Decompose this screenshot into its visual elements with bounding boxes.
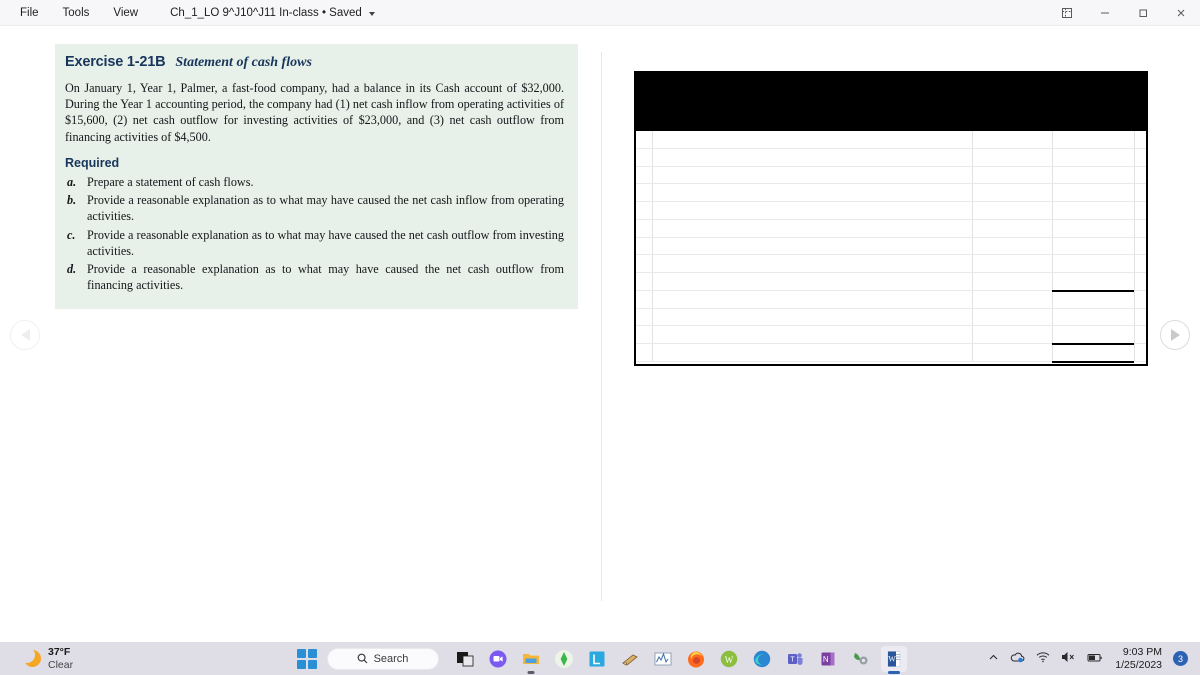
worksheet-row[interactable] xyxy=(636,344,1146,362)
teams-icon[interactable]: T xyxy=(782,646,808,672)
search-icon xyxy=(357,653,367,664)
worksheet-total-rule xyxy=(1052,343,1134,346)
list-text: Prepare a statement of cash flows. xyxy=(87,174,254,189)
worksheet-row[interactable] xyxy=(636,291,1146,309)
chevron-right-icon xyxy=(1170,329,1180,341)
svg-text:T: T xyxy=(790,656,795,663)
firefox-icon[interactable] xyxy=(683,646,709,672)
chevron-left-icon xyxy=(20,329,30,341)
taskbar: 37°F Clear Search W T N W 9:03 PM 1/25/2… xyxy=(0,642,1200,675)
taskbar-apps: Search W T N W xyxy=(0,645,1200,674)
search-label: Search xyxy=(373,652,409,665)
worksheet-row[interactable] xyxy=(636,184,1146,203)
svg-text:W: W xyxy=(888,654,896,663)
list-text: Provide a reasonable explanation as to w… xyxy=(87,261,564,293)
minimize-button[interactable] xyxy=(1086,0,1124,26)
exercise-title: Statement of cash flows xyxy=(175,55,312,70)
worksheet-row[interactable] xyxy=(636,167,1146,185)
menu-view[interactable]: View xyxy=(101,3,150,23)
chevron-down-icon xyxy=(368,11,375,16)
list-marker: a. xyxy=(67,174,77,189)
menu-tools[interactable]: Tools xyxy=(51,3,102,23)
worksheet-grid xyxy=(636,131,1146,363)
webassign-icon[interactable]: W xyxy=(716,646,742,672)
worksheet-row[interactable] xyxy=(636,220,1146,238)
task-view-button[interactable] xyxy=(452,646,478,672)
worksheet-row[interactable] xyxy=(636,149,1146,167)
worksheet-total-rule xyxy=(1052,289,1134,292)
list-marker: d. xyxy=(67,261,77,276)
document-title-button[interactable]: Ch_1_LO 9^J10^J11 In-class • Saved xyxy=(150,3,381,23)
worksheet-row[interactable] xyxy=(636,131,1146,149)
next-page-button[interactable] xyxy=(1160,320,1190,350)
close-button[interactable] xyxy=(1162,0,1200,26)
required-heading: Required xyxy=(65,155,120,170)
exercise-body-text: On January 1, Year 1, Palmer, a fast-foo… xyxy=(65,81,564,144)
worksheet-row[interactable] xyxy=(636,273,1146,291)
exercise-box: Exercise 1-21B Statement of cash flows O… xyxy=(55,44,578,310)
required-list: a. Prepare a statement of cash flows. b.… xyxy=(65,174,564,294)
svg-text:W: W xyxy=(724,655,733,665)
search-input[interactable]: Search xyxy=(326,647,439,670)
edge-icon[interactable] xyxy=(749,646,775,672)
list-text: Provide a reasonable explanation as to w… xyxy=(87,227,564,258)
stats-app-icon[interactable] xyxy=(650,646,676,672)
snap-layouts-button[interactable] xyxy=(1048,0,1086,26)
lockdown-browser-icon[interactable] xyxy=(584,646,610,672)
list-marker: b. xyxy=(67,193,77,208)
list-item: d. Provide a reasonable explanation as t… xyxy=(65,261,564,293)
worksheet-row[interactable] xyxy=(636,255,1146,274)
blank-accounting-worksheet[interactable] xyxy=(634,71,1148,366)
menu-bar: File Tools View xyxy=(0,3,150,23)
menu-file[interactable]: File xyxy=(8,3,51,23)
worksheet-row[interactable] xyxy=(636,326,1146,345)
worksheet-total-rule xyxy=(1052,361,1134,363)
snipping-tool-icon[interactable] xyxy=(617,646,643,672)
maximize-button[interactable] xyxy=(1124,0,1162,26)
list-item: b. Provide a reasonable explanation as t… xyxy=(65,192,564,224)
worksheet-row[interactable] xyxy=(636,202,1146,220)
exercise-number: Exercise 1-21B xyxy=(65,54,166,70)
list-marker: c. xyxy=(67,227,76,242)
svg-text:N: N xyxy=(822,655,828,664)
document-canvas[interactable]: Exercise 1-21B Statement of cash flows O… xyxy=(0,26,1200,601)
file-explorer-icon[interactable] xyxy=(518,646,544,674)
worksheet-row[interactable] xyxy=(636,238,1146,256)
document-title-text: Ch_1_LO 9^J10^J11 In-class • Saved xyxy=(170,6,362,19)
start-button[interactable] xyxy=(294,646,320,672)
list-item: c. Provide a reasonable explanation as t… xyxy=(65,227,564,259)
list-text: Provide a reasonable explanation as to w… xyxy=(87,193,564,224)
worksheet-header-block xyxy=(636,73,1146,131)
sims-icon[interactable] xyxy=(551,646,577,672)
window-controls xyxy=(1048,0,1200,26)
page-divider xyxy=(601,52,602,601)
exercise-heading: Exercise 1-21B Statement of cash flows xyxy=(65,54,564,71)
previous-page-button[interactable] xyxy=(10,320,40,350)
worksheet-row[interactable] xyxy=(636,309,1146,327)
list-item: a. Prepare a statement of cash flows. xyxy=(65,174,564,190)
settings-app-icon[interactable] xyxy=(848,646,874,672)
chat-icon[interactable] xyxy=(485,646,511,672)
word-icon[interactable]: W xyxy=(880,645,907,674)
onenote-icon[interactable]: N xyxy=(815,646,841,672)
title-bar: File Tools View Ch_1_LO 9^J10^J11 In-cla… xyxy=(0,0,1200,26)
